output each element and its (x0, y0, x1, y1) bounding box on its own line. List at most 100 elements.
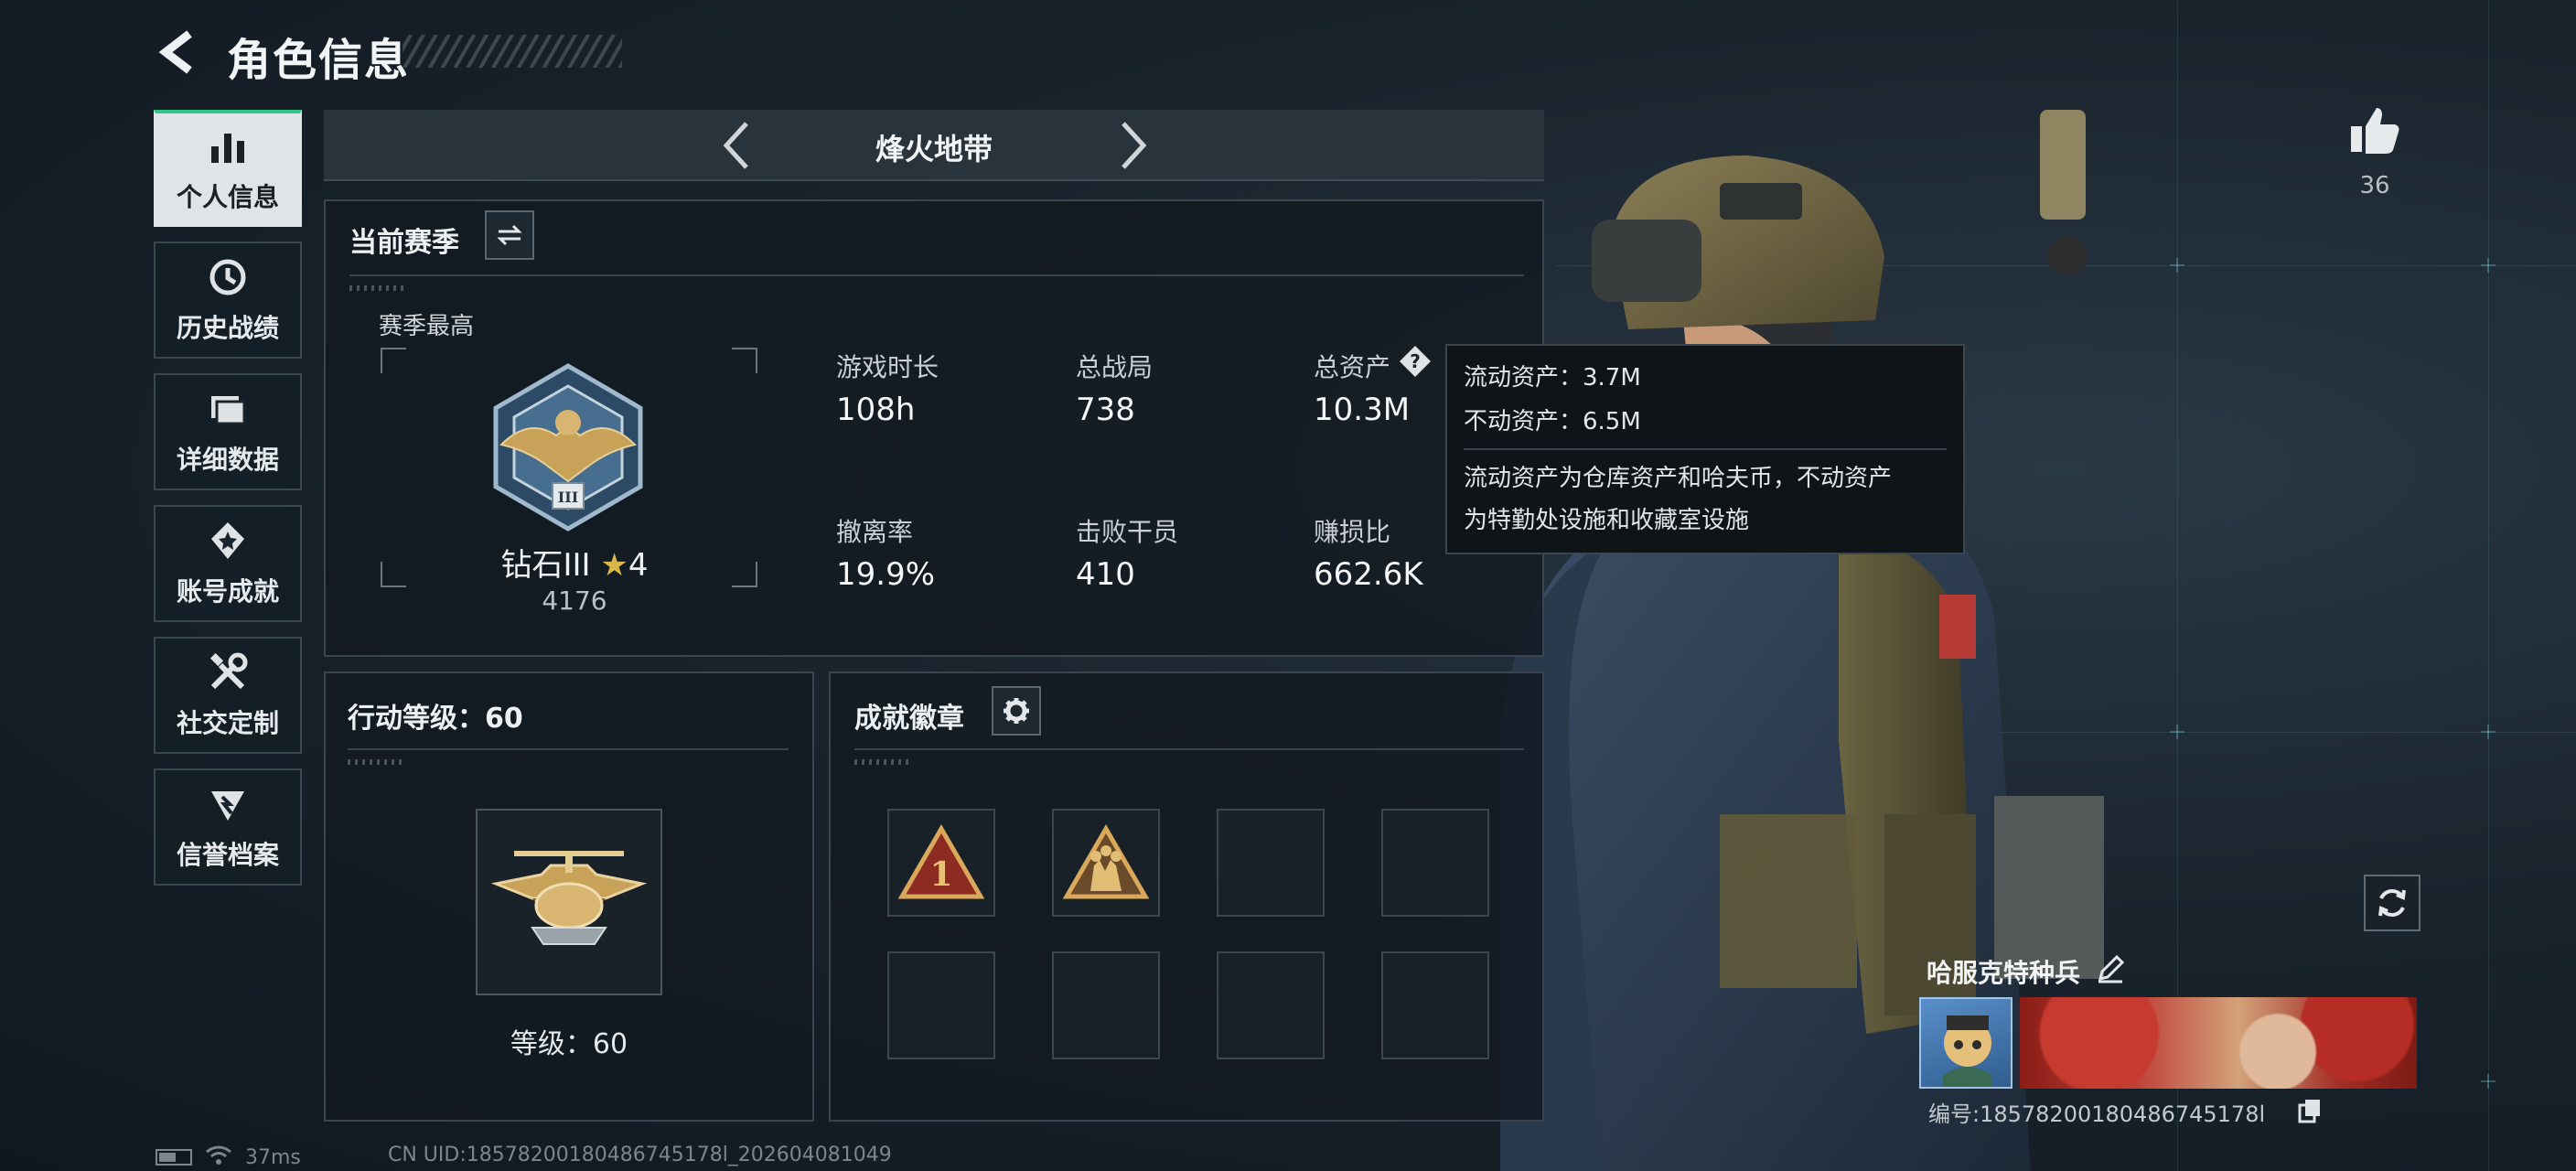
frame-corner (732, 348, 757, 373)
tooltip-description-2: 为特勤处设施和收藏室设施 (1464, 507, 1750, 534)
gear-icon (1004, 698, 1029, 724)
folder-icon (206, 387, 250, 431)
svg-text:1: 1 (929, 855, 952, 894)
player-name: 哈服克特种兵 (1927, 958, 2081, 988)
sidebar-item-achievements[interactable]: 账号成就 (154, 505, 302, 622)
divider (854, 748, 1524, 750)
stat-label-playtime: 游戏时长 (836, 352, 939, 382)
refresh-button[interactable] (2364, 875, 2420, 931)
like-button[interactable] (2347, 102, 2402, 157)
badge-slot-empty[interactable] (1217, 951, 1325, 1059)
ping-text: 37ms (245, 1145, 301, 1169)
helicopter-emblem-icon (490, 851, 648, 945)
page-title: 角色信息 (227, 35, 411, 86)
badge-slot-empty[interactable] (887, 951, 995, 1059)
title-decoration (402, 35, 622, 68)
stat-value-profit-ratio: 662.6K (1314, 556, 1423, 593)
reputation-icon (206, 782, 250, 826)
back-button[interactable] (154, 27, 203, 77)
bar-chart-icon (206, 124, 250, 168)
sidebar-item-label: 社交定制 (176, 708, 279, 738)
copy-icon[interactable] (2298, 1098, 2322, 1123)
tooltip-liquid-assets: 流动资产：3.7M (1464, 364, 1641, 392)
rank-stars: 4 (628, 547, 649, 584)
back-arrow-icon (158, 30, 192, 74)
tools-icon (206, 650, 250, 694)
player-id: 编号:18578200180486745178l (1928, 1101, 2266, 1127)
assets-tooltip: 流动资产：3.7M 不动资产：6.5M 流动资产为仓库资产和哈夫币，不动资产 为… (1445, 344, 1965, 554)
rank-name-row: 钻石III ★4 (382, 540, 767, 585)
stat-value-kills: 410 (1076, 556, 1135, 593)
divider-decoration (348, 759, 402, 765)
badge-settings-button[interactable] (992, 686, 1041, 736)
divider (349, 274, 1524, 276)
squad-badge-icon (1062, 824, 1150, 899)
like-count: 36 (2359, 172, 2390, 199)
mode-selector: 烽火地带 (324, 110, 1544, 181)
badge-slot-empty[interactable] (1381, 809, 1489, 917)
level-emblem-frame (476, 809, 662, 995)
avatar[interactable] (1919, 997, 2012, 1089)
grid-line (2488, 0, 2489, 1171)
svg-text:III: III (558, 489, 578, 506)
sidebar-item-history[interactable]: 历史战绩 (154, 242, 302, 359)
sidebar-item-label: 信誉档案 (176, 840, 279, 870)
status-bar: 37ms (156, 1144, 301, 1171)
sidebar-item-social-custom[interactable]: 社交定制 (154, 637, 302, 754)
tooltip-fixed-assets: 不动资产：6.5M (1464, 408, 1641, 435)
mode-next-button[interactable] (1103, 115, 1164, 176)
rank-name: 钻石III (500, 547, 591, 584)
badge-slot-empty[interactable] (1381, 951, 1489, 1059)
rank-score: 4176 (542, 586, 607, 616)
badge-slot-empty[interactable] (1052, 951, 1160, 1059)
badge-slot[interactable]: 1 (887, 809, 995, 917)
swap-icon (497, 224, 522, 246)
crosshair-mark (2170, 258, 2184, 273)
badge-slot-empty[interactable] (1217, 809, 1325, 917)
crosshair-mark (2481, 725, 2496, 739)
sidebar-item-label: 详细数据 (176, 445, 279, 475)
stat-label-matches: 总战局 (1076, 352, 1154, 382)
stat-label-kills: 击败干员 (1076, 517, 1179, 547)
rank-1-badge-icon: 1 (897, 824, 985, 899)
badges-heading: 成就徽章 (854, 703, 964, 735)
stat-value-assets: 10.3M (1314, 392, 1411, 428)
sidebar-item-label: 个人信息 (176, 182, 279, 212)
divider (348, 748, 789, 750)
sidebar-item-label: 历史战绩 (176, 313, 279, 343)
sidebar-item-reputation[interactable]: 信誉档案 (154, 768, 302, 886)
wifi-icon (205, 1144, 232, 1170)
frame-corner (381, 348, 406, 373)
achievement-icon (206, 519, 250, 563)
grid-line (2177, 0, 2178, 1171)
sidebar-item-detail-data[interactable]: 详细数据 (154, 373, 302, 490)
sidebar-item-personal-info[interactable]: 个人信息 (154, 110, 302, 227)
mode-title: 烽火地带 (875, 132, 993, 167)
chevron-right-icon (1122, 122, 1147, 169)
divider-decoration (854, 759, 909, 765)
sidebar-item-label: 账号成就 (176, 576, 279, 607)
stat-value-playtime: 108h (836, 392, 916, 428)
sidebar: 个人信息 历史战绩 详细数据 账号成就 社交定制 信誉档案 (154, 110, 302, 900)
divider-decoration (349, 285, 404, 291)
edit-name-button[interactable] (2095, 953, 2126, 984)
crosshair-mark (2170, 725, 2184, 739)
action-level-heading: 行动等级：60 (348, 703, 523, 735)
help-icon[interactable]: ? (1398, 344, 1433, 379)
profile-banner (2020, 997, 2417, 1089)
pencil-icon (2098, 954, 2125, 983)
stat-value-matches: 738 (1076, 392, 1135, 428)
switch-season-button[interactable] (485, 210, 534, 260)
season-heading: 当前赛季 (349, 227, 459, 259)
rank-emblem-icon: III (483, 362, 653, 532)
svg-text:?: ? (1410, 350, 1421, 372)
crosshair-mark (2481, 258, 2496, 273)
stat-value-extract-rate: 19.9% (836, 556, 936, 593)
thumbs-up-icon (2351, 108, 2399, 154)
refresh-icon (2378, 889, 2406, 917)
stat-label-profit-ratio: 赚损比 (1314, 517, 1391, 547)
stat-label-assets: 总资产 (1314, 352, 1391, 382)
tooltip-description-1: 流动资产为仓库资产和哈夫币，不动资产 (1464, 465, 1893, 492)
badge-slot[interactable] (1052, 809, 1160, 917)
level-text: 等级：60 (510, 1028, 628, 1060)
